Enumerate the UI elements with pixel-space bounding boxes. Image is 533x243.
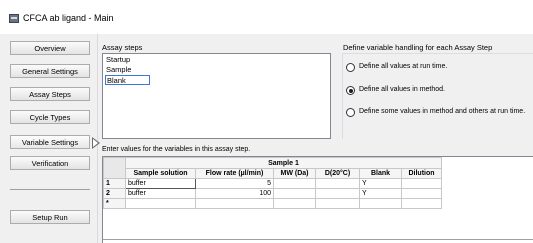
- verification-button[interactable]: Verification: [10, 156, 90, 170]
- table-cell[interactable]: 100: [195, 188, 274, 199]
- table-cell[interactable]: [401, 178, 442, 189]
- overview-button[interactable]: Overview: [10, 41, 90, 55]
- cycle-types-button[interactable]: Cycle Types: [10, 110, 90, 124]
- grid-instruction: Enter values for the variables in this a…: [102, 146, 251, 153]
- app-icon: [9, 14, 19, 23]
- table-cell[interactable]: [195, 198, 274, 209]
- radio-in-method-label[interactable]: Define all values in method.: [359, 86, 445, 93]
- main-area: Overview General Settings Assay Steps Cy…: [0, 34, 533, 243]
- row-header[interactable]: *: [103, 198, 126, 209]
- col-header-sample-solution[interactable]: Sample solution: [125, 168, 196, 179]
- col-header-blank[interactable]: Blank: [359, 168, 402, 179]
- assay-steps-label: Assay steps: [102, 43, 143, 52]
- radio-mixed[interactable]: [346, 108, 355, 117]
- variables-table: Sample 1 Sample solution Flow rate (µl/m…: [103, 157, 442, 209]
- col-header-d20[interactable]: D(20°C): [315, 168, 360, 179]
- table-cell[interactable]: [401, 188, 442, 199]
- grid-corner: [103, 157, 126, 179]
- table-cell[interactable]: [315, 188, 360, 199]
- variables-grid[interactable]: Sample 1 Sample solution Flow rate (µl/m…: [102, 156, 533, 243]
- table-cell[interactable]: [273, 188, 316, 199]
- table-cell[interactable]: [359, 198, 402, 209]
- table-cell[interactable]: buffer: [125, 188, 196, 199]
- table-cell[interactable]: 5: [195, 178, 274, 189]
- radio-run-time-label[interactable]: Define all values at run time.: [359, 63, 447, 70]
- col-header-dilution[interactable]: Dilution: [401, 168, 442, 179]
- table-cell[interactable]: [401, 198, 442, 209]
- table-cell[interactable]: [125, 198, 196, 209]
- assay-step-sample[interactable]: Sample: [105, 65, 131, 75]
- table-cell[interactable]: [273, 198, 316, 209]
- active-page-arrow-icon: [92, 137, 100, 149]
- radio-run-time[interactable]: [346, 63, 355, 72]
- table-row: 1 buffer 5 Y: [103, 178, 442, 189]
- assay-steps-button[interactable]: Assay Steps: [10, 87, 90, 101]
- title-bar: CFCA ab ligand - Main: [0, 0, 533, 34]
- sidebar-divider: [10, 189, 90, 190]
- table-row: *: [103, 198, 442, 209]
- assay-step-startup[interactable]: Startup: [105, 55, 130, 65]
- table-cell[interactable]: [273, 178, 316, 189]
- setup-run-button[interactable]: Setup Run: [10, 210, 90, 224]
- radio-mixed-label[interactable]: Define some values in method and others …: [359, 108, 525, 115]
- table-cell[interactable]: Y: [359, 178, 402, 189]
- table-cell[interactable]: [315, 178, 360, 189]
- col-header-mw[interactable]: MW (Da): [273, 168, 316, 179]
- variable-settings-button[interactable]: Variable Settings: [10, 135, 90, 149]
- row-header[interactable]: 1: [103, 178, 126, 189]
- table-row: 2 buffer 100 Y: [103, 188, 442, 199]
- sidebar: Overview General Settings Assay Steps Cy…: [0, 34, 100, 243]
- col-header-flow-rate[interactable]: Flow rate (µl/min): [195, 168, 274, 179]
- row-header[interactable]: 2: [103, 188, 126, 199]
- variable-handling-label: Define variable handling for each Assay …: [343, 43, 493, 52]
- radio-in-method[interactable]: [346, 86, 355, 95]
- assay-step-blank[interactable]: Blank: [105, 75, 150, 85]
- table-cell[interactable]: Y: [359, 188, 402, 199]
- assay-steps-list[interactable]: Startup Sample Blank: [102, 53, 331, 139]
- window-title: CFCA ab ligand - Main: [23, 13, 114, 23]
- group-header: Sample 1: [125, 157, 442, 169]
- table-cell[interactable]: buffer: [125, 178, 196, 189]
- general-settings-button[interactable]: General Settings: [10, 64, 90, 78]
- table-cell[interactable]: [315, 198, 360, 209]
